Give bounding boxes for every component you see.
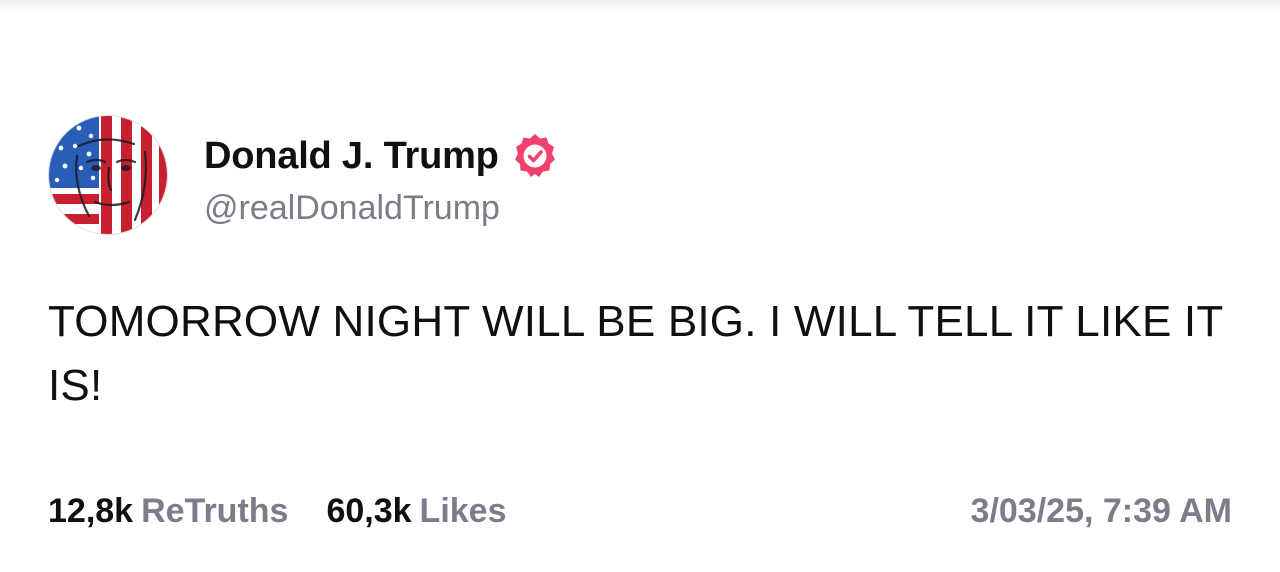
retruths-count: 12,8k bbox=[48, 491, 134, 530]
avatar[interactable] bbox=[48, 115, 168, 235]
likes-stat[interactable]: 60,3k Likes bbox=[326, 492, 506, 531]
author-info: Donald J. Trump @realDonaldTrump bbox=[204, 131, 559, 228]
retruths-stat[interactable]: 12,8k ReTruths bbox=[48, 492, 288, 531]
post-footer: 12,8k ReTruths 60,3k Likes 3/03/25, 7:39… bbox=[48, 488, 1232, 534]
display-name[interactable]: Donald J. Trump bbox=[204, 135, 499, 178]
likes-label: Likes bbox=[419, 491, 507, 530]
verified-badge-icon bbox=[511, 132, 559, 180]
flag-portrait-avatar-icon bbox=[49, 116, 167, 234]
user-handle[interactable]: @realDonaldTrump bbox=[204, 189, 559, 228]
post-timestamp: 3/03/25, 7:39 AM bbox=[970, 491, 1232, 530]
likes-count: 60,3k bbox=[326, 491, 412, 530]
post-screen: Donald J. Trump @realDonaldTrump TOMORRO… bbox=[0, 0, 1280, 572]
display-name-row: Donald J. Trump bbox=[204, 131, 559, 181]
post-body-text: TOMORROW NIGHT WILL BE BIG. I WILL TELL … bbox=[48, 297, 1223, 410]
retruths-label: ReTruths bbox=[141, 491, 289, 530]
top-edge bbox=[0, 0, 1280, 14]
post-header: Donald J. Trump @realDonaldTrump bbox=[48, 115, 559, 235]
